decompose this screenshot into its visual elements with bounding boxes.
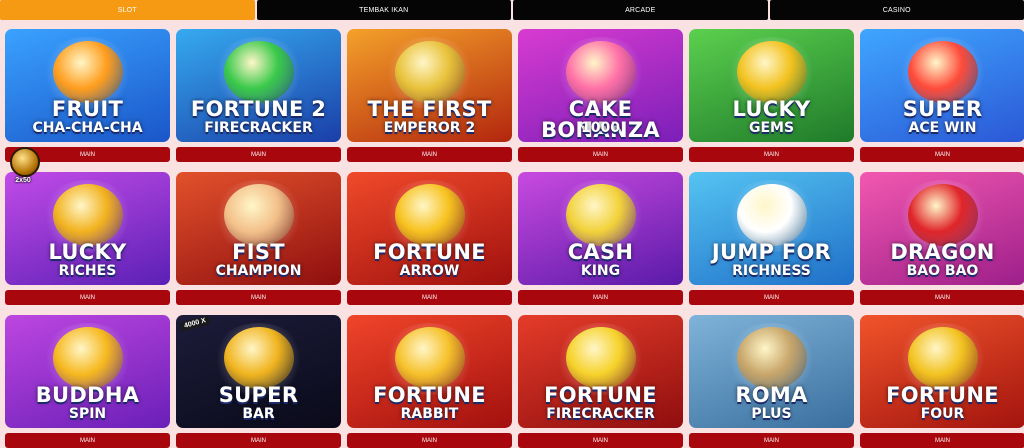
play-button[interactable]: MAIN xyxy=(176,147,341,162)
play-button[interactable]: MAIN xyxy=(860,147,1024,162)
game-subtitle: KING xyxy=(518,264,683,278)
game-title: JUMP FOR xyxy=(689,242,854,263)
game-thumbnail[interactable]: SUPERACE WIN xyxy=(860,29,1024,142)
game-subtitle: EMPEROR 2 xyxy=(347,121,512,135)
game-subtitle: FOUR xyxy=(860,407,1024,421)
game-thumbnail[interactable]: FORTUNEFIRECRACKER xyxy=(518,315,683,428)
game-title: ROMA xyxy=(689,385,854,406)
game-title: THE FIRST xyxy=(347,99,512,120)
game-artwork xyxy=(395,41,465,103)
game-title: FORTUNE xyxy=(347,385,512,406)
game-artwork xyxy=(53,41,123,103)
game-subtitle: ARROW xyxy=(347,264,512,278)
play-button[interactable]: MAIN xyxy=(347,147,512,162)
game-thumbnail[interactable]: FISTCHAMPION xyxy=(176,172,341,285)
game-title: LUCKY xyxy=(5,242,170,263)
game-artwork xyxy=(53,327,123,389)
play-button[interactable]: MAIN xyxy=(176,290,341,305)
coin-icon xyxy=(10,147,40,177)
game-subtitle: FIRECRACKER xyxy=(176,121,341,135)
game-artwork xyxy=(566,184,636,246)
game-title: CASH xyxy=(518,242,683,263)
game-artwork xyxy=(908,41,978,103)
game-title: FORTUNE 2 xyxy=(176,99,341,120)
game-artwork xyxy=(737,41,807,103)
play-button[interactable]: MAIN xyxy=(347,290,512,305)
game-subtitle: GEMS xyxy=(689,121,854,135)
game-title: FORTUNE xyxy=(347,242,512,263)
game-subtitle: RICHNESS xyxy=(689,264,854,278)
tab-casino[interactable]: CASINO xyxy=(770,0,1024,20)
floating-promo-badge[interactable]: 2x50 xyxy=(3,146,43,190)
game-thumbnail[interactable]: THE FIRSTEMPEROR 2 xyxy=(347,29,512,142)
game-artwork xyxy=(395,327,465,389)
play-button[interactable]: MAIN xyxy=(518,147,683,162)
game-thumbnail[interactable]: JUMP FORRICHNESS xyxy=(689,172,854,285)
game-subtitle: SPIN xyxy=(5,407,170,421)
game-artwork xyxy=(53,184,123,246)
tab-tembak-ikan[interactable]: TEMBAK IKAN xyxy=(257,0,512,20)
game-artwork xyxy=(224,327,294,389)
game-title: BUDDHA xyxy=(5,385,170,406)
play-button[interactable]: MAIN xyxy=(176,433,341,448)
game-artwork xyxy=(395,184,465,246)
play-button[interactable]: MAIN xyxy=(347,433,512,448)
game-thumbnail[interactable]: ROMAPLUS xyxy=(689,315,854,428)
play-button[interactable]: MAIN xyxy=(860,433,1024,448)
game-artwork xyxy=(737,184,807,246)
tab-slot[interactable]: SLOT xyxy=(0,0,255,20)
tab-arcade[interactable]: ARCADE xyxy=(513,0,768,20)
game-artwork xyxy=(908,327,978,389)
game-subtitle: 1000 xyxy=(518,121,683,135)
game-title: LUCKY xyxy=(689,99,854,120)
game-title: FORTUNE xyxy=(860,385,1024,406)
game-subtitle: BAR xyxy=(176,407,341,421)
play-button[interactable]: MAIN xyxy=(689,290,854,305)
game-artwork xyxy=(908,184,978,246)
game-artwork xyxy=(566,41,636,103)
game-subtitle: CHA-CHA-CHA xyxy=(5,121,170,135)
game-thumbnail[interactable]: CAKE BONANZA1000 xyxy=(518,29,683,142)
game-artwork xyxy=(566,327,636,389)
game-artwork xyxy=(737,327,807,389)
game-title: FIST xyxy=(176,242,341,263)
game-subtitle: ACE WIN xyxy=(860,121,1024,135)
multiplier-badge: 4000 X xyxy=(179,315,210,332)
game-thumbnail[interactable]: FORTUNE 2FIRECRACKER xyxy=(176,29,341,142)
game-thumbnail[interactable]: FORTUNEFOUR xyxy=(860,315,1024,428)
play-button[interactable]: MAIN xyxy=(860,290,1024,305)
game-thumbnail[interactable]: FRUITCHA-CHA-CHA xyxy=(5,29,170,142)
game-subtitle: RICHES xyxy=(5,264,170,278)
game-artwork xyxy=(224,184,294,246)
game-subtitle: BAO BAO xyxy=(860,264,1024,278)
game-thumbnail[interactable]: CASHKING xyxy=(518,172,683,285)
game-subtitle: PLUS xyxy=(689,407,854,421)
category-tabs: SLOTTEMBAK IKANARCADECASINO xyxy=(0,0,1024,20)
game-subtitle: CHAMPION xyxy=(176,264,341,278)
game-title: SUPER xyxy=(860,99,1024,120)
play-button[interactable]: MAIN xyxy=(5,290,170,305)
game-thumbnail[interactable]: DRAGONBAO BAO xyxy=(860,172,1024,285)
game-title: FRUIT xyxy=(5,99,170,120)
game-title: FORTUNE xyxy=(518,385,683,406)
game-thumbnail[interactable]: LUCKYGEMS xyxy=(689,29,854,142)
game-subtitle: FIRECRACKER xyxy=(518,407,683,421)
floating-promo-text: 2x50 xyxy=(3,177,43,184)
play-button[interactable]: MAIN xyxy=(518,433,683,448)
game-subtitle: RABBIT xyxy=(347,407,512,421)
play-button[interactable]: MAIN xyxy=(689,433,854,448)
game-thumbnail[interactable]: 4000 X SUPERBAR xyxy=(176,315,341,428)
game-thumbnail[interactable]: FORTUNEARROW xyxy=(347,172,512,285)
game-title: SUPER xyxy=(176,385,341,406)
play-button[interactable]: MAIN xyxy=(5,433,170,448)
game-title: DRAGON xyxy=(860,242,1024,263)
play-button[interactable]: MAIN xyxy=(518,290,683,305)
game-thumbnail[interactable]: FORTUNERABBIT xyxy=(347,315,512,428)
game-artwork xyxy=(224,41,294,103)
game-thumbnail[interactable]: BUDDHASPIN xyxy=(5,315,170,428)
play-button[interactable]: MAIN xyxy=(689,147,854,162)
